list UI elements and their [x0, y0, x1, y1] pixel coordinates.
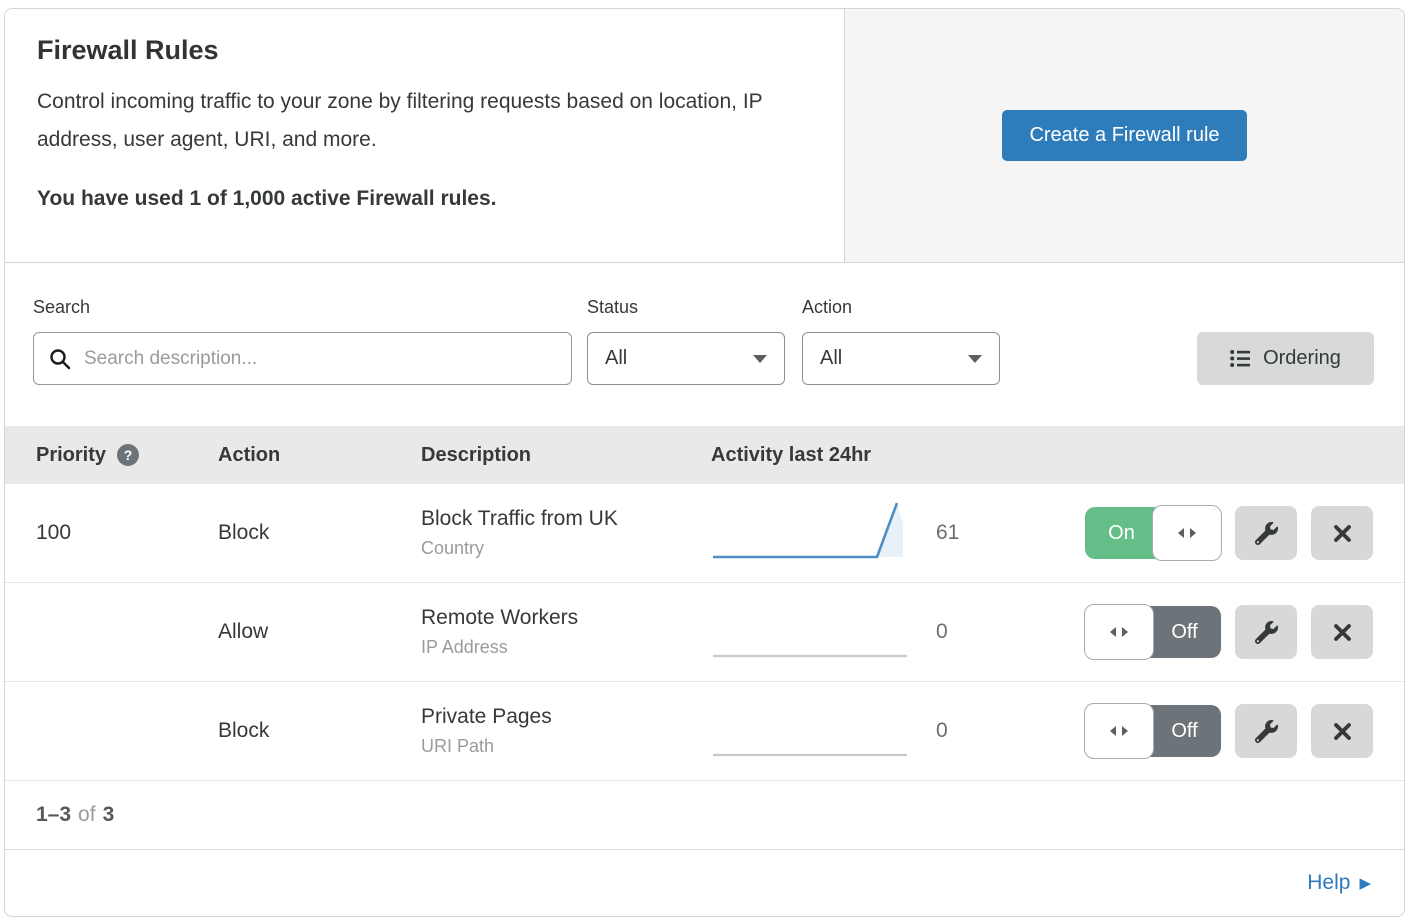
rule-match-type: URI Path [421, 736, 711, 757]
rule-controls: Off [1083, 704, 1373, 758]
wrench-icon [1255, 522, 1278, 545]
activity-sparkline [711, 698, 926, 765]
delete-rule-button[interactable] [1311, 704, 1373, 758]
edit-rule-button[interactable] [1235, 704, 1297, 758]
list-icon [1230, 349, 1251, 368]
wrench-icon [1255, 621, 1278, 644]
delete-rule-button[interactable] [1311, 506, 1373, 560]
left-right-arrows-icon [1176, 524, 1198, 542]
close-icon [1333, 623, 1352, 642]
rule-controls: Off [1083, 605, 1373, 659]
table-row: 100 Block Block Traffic from UK Country … [5, 484, 1404, 583]
activity-count: 61 [926, 521, 1083, 545]
help-link-label: Help [1307, 871, 1350, 895]
rule-match-type: IP Address [421, 637, 711, 658]
chevron-down-icon [968, 355, 982, 363]
activity-sparkline [711, 500, 926, 567]
filter-bar: Search Status All Action All [5, 263, 1404, 426]
rule-description-cell: Private Pages URI Path [421, 705, 711, 757]
column-activity: Activity last 24hr [711, 444, 1373, 467]
rule-action: Allow [218, 620, 421, 644]
toggle-off-label: Off [1148, 705, 1221, 757]
status-group: Status All [587, 297, 785, 385]
create-firewall-rule-button[interactable]: Create a Firewall rule [1002, 110, 1246, 161]
firewall-rules-card: Firewall Rules Control incoming traffic … [4, 8, 1405, 917]
action-select[interactable]: All [802, 332, 1000, 385]
action-select-value: All [820, 347, 842, 370]
help-bar: Help ▶ [5, 850, 1404, 916]
page-title: Firewall Rules [37, 35, 812, 66]
activity-sparkline [711, 599, 926, 666]
pagination-bar: 1–3 of 3 [5, 781, 1404, 850]
pagination-of: of [78, 803, 96, 827]
right-triangle-icon: ▶ [1359, 876, 1371, 891]
table-row: Block Private Pages URI Path 0 Off [5, 682, 1404, 781]
status-label: Status [587, 297, 785, 318]
status-select-value: All [605, 347, 627, 370]
header-action-panel: Create a Firewall rule [845, 9, 1404, 262]
rule-description: Private Pages [421, 705, 711, 729]
priority-help-icon[interactable]: ? [117, 444, 139, 466]
rule-enabled-toggle[interactable]: Off [1085, 705, 1221, 757]
action-group: Action All [802, 297, 1000, 385]
rule-controls: On [1083, 506, 1373, 560]
table-row: Allow Remote Workers IP Address 0 Off [5, 583, 1404, 682]
rule-action: Block [218, 719, 421, 743]
activity-count: 0 [926, 719, 1083, 743]
rule-description-cell: Remote Workers IP Address [421, 606, 711, 658]
edit-rule-button[interactable] [1235, 506, 1297, 560]
page-description: Control incoming traffic to your zone by… [37, 83, 812, 159]
close-icon [1333, 524, 1352, 543]
left-right-arrows-icon [1108, 722, 1130, 740]
table-header: Priority ? Action Description Activity l… [5, 426, 1404, 484]
column-description: Description [421, 444, 711, 467]
toggle-on-label: On [1085, 507, 1158, 559]
header-section: Firewall Rules Control incoming traffic … [5, 9, 1404, 263]
search-group: Search [33, 297, 572, 385]
rule-action: Block [218, 521, 421, 545]
rule-enabled-toggle[interactable]: Off [1085, 606, 1221, 658]
column-priority: Priority ? [36, 444, 218, 467]
rule-priority: 100 [36, 521, 218, 545]
chevron-down-icon [753, 355, 767, 363]
search-input[interactable] [82, 347, 556, 371]
rule-description: Remote Workers [421, 606, 711, 630]
search-icon [49, 348, 71, 370]
rule-match-type: Country [421, 538, 711, 559]
ordering-button[interactable]: Ordering [1197, 332, 1374, 385]
search-box [33, 332, 572, 385]
pagination-total: 3 [103, 803, 115, 827]
toggle-off-label: Off [1148, 606, 1221, 658]
search-label: Search [33, 297, 572, 318]
delete-rule-button[interactable] [1311, 605, 1373, 659]
ordering-button-label: Ordering [1263, 347, 1341, 370]
close-icon [1333, 722, 1352, 741]
column-action: Action [218, 444, 421, 467]
usage-summary: You have used 1 of 1,000 active Firewall… [37, 187, 812, 211]
left-right-arrows-icon [1108, 623, 1130, 641]
action-label: Action [802, 297, 1000, 318]
toggle-knob [1152, 505, 1222, 561]
wrench-icon [1255, 720, 1278, 743]
rule-description-cell: Block Traffic from UK Country [421, 507, 711, 559]
toggle-knob [1084, 604, 1154, 660]
help-link[interactable]: Help ▶ [1307, 871, 1371, 895]
toggle-knob [1084, 703, 1154, 759]
pagination-range: 1–3 [36, 803, 71, 827]
header-text-panel: Firewall Rules Control incoming traffic … [5, 9, 845, 262]
status-select[interactable]: All [587, 332, 785, 385]
rule-enabled-toggle[interactable]: On [1085, 507, 1221, 559]
edit-rule-button[interactable] [1235, 605, 1297, 659]
priority-column-label: Priority [36, 444, 106, 467]
rule-description: Block Traffic from UK [421, 507, 711, 531]
activity-count: 0 [926, 620, 1083, 644]
